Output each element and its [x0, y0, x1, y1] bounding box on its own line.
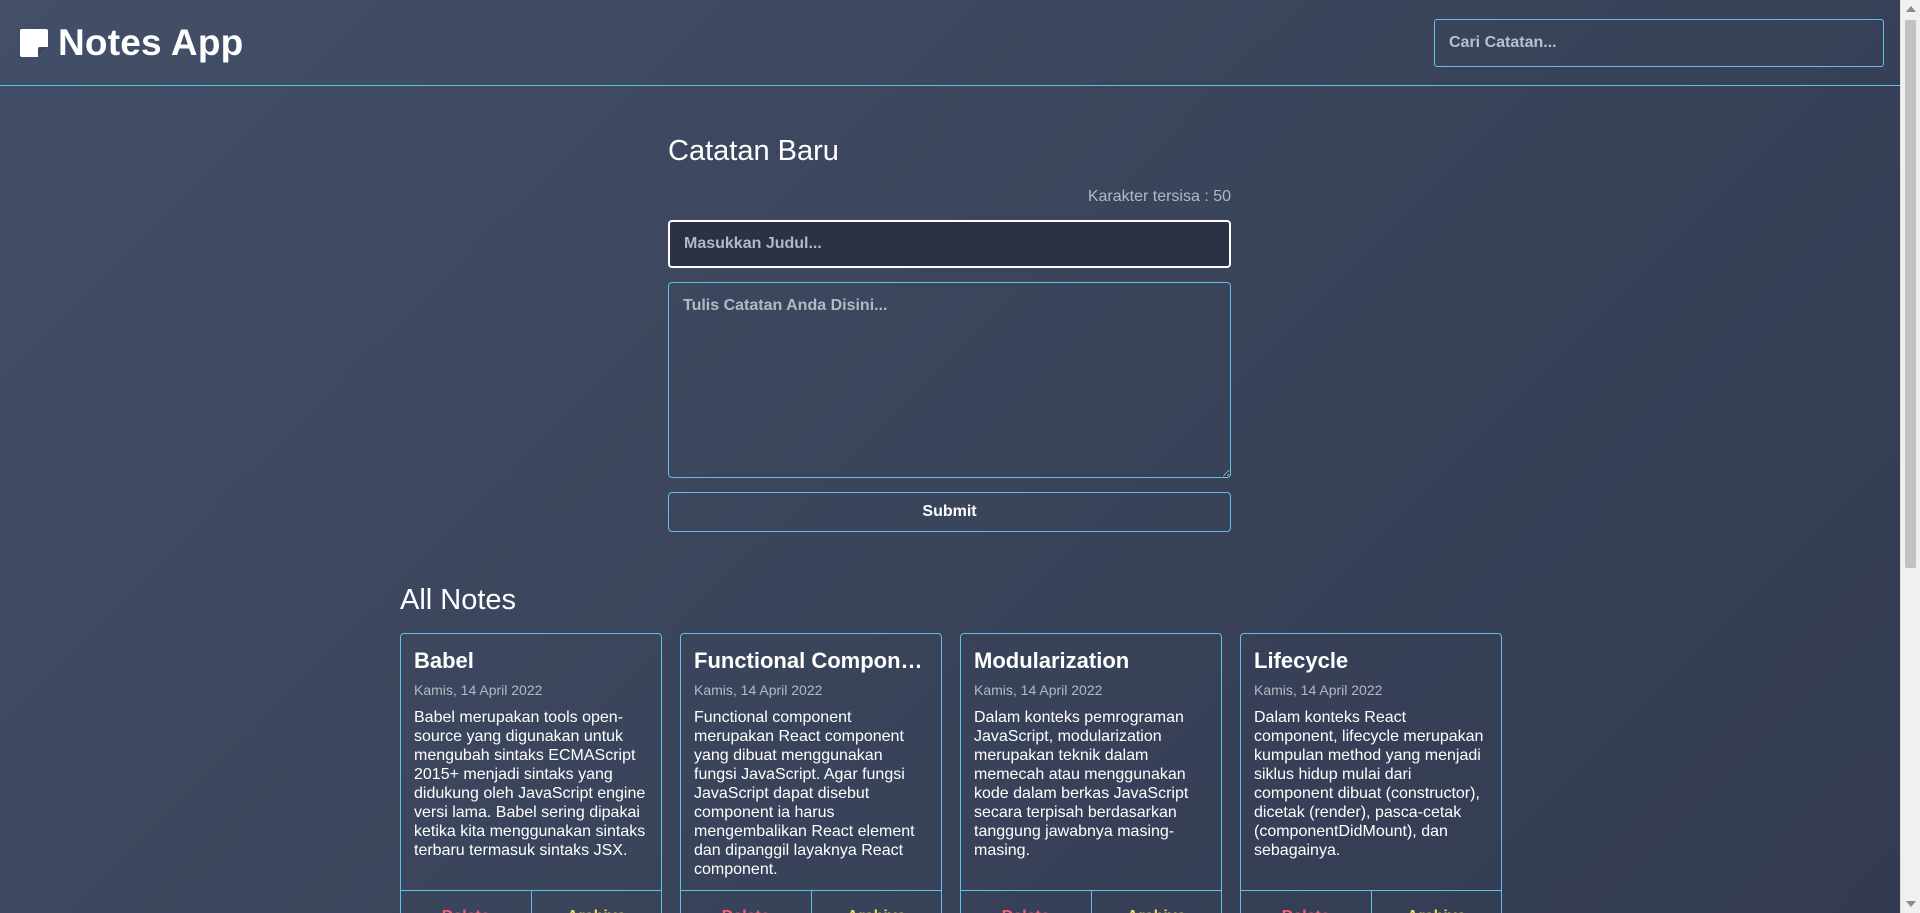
note-body: Dalam konteks React component, lifecycle… [1254, 709, 1484, 859]
note-card: Lifecycle Kamis, 14 April 2022 Dalam kon… [1240, 633, 1502, 913]
note-body: Babel merupakan tools open-source yang d… [414, 709, 646, 859]
all-notes-section: All Notes Babel Kamis, 14 April 2022 Bab… [400, 584, 1502, 913]
delete-button[interactable]: Delete [681, 891, 812, 913]
note-content: Lifecycle Kamis, 14 April 2022 Dalam kon… [1241, 634, 1501, 890]
note-content: Functional Component Kamis, 14 April 202… [681, 634, 941, 890]
app-viewport: Notes App Catatan Baru Karakter tersisa … [0, 0, 1900, 913]
new-note-form: Catatan Baru Karakter tersisa : 50 Submi… [668, 135, 1231, 532]
submit-button[interactable]: Submit [668, 492, 1231, 532]
note-title-input[interactable] [668, 220, 1231, 268]
char-remaining-counter: Karakter tersisa : 50 [1087, 188, 1231, 205]
note-actions: Delete Archive [401, 890, 661, 913]
note-title: Modularization [974, 648, 1130, 673]
note-body-textarea[interactable] [668, 282, 1231, 478]
all-notes-heading: All Notes [400, 584, 517, 616]
scroll-down-arrow-icon[interactable] [1906, 901, 1916, 907]
new-note-heading: Catatan Baru [668, 135, 839, 167]
archive-button[interactable]: Archive [532, 891, 662, 913]
note-card: Babel Kamis, 14 April 2022 Babel merupak… [400, 633, 662, 913]
scrollbar-thumb[interactable] [1905, 20, 1916, 568]
delete-button[interactable]: Delete [401, 891, 532, 913]
app-title: Notes App [58, 21, 244, 63]
note-title: Lifecycle [1254, 648, 1349, 673]
note-body: Dalam konteks pemrograman JavaScript, mo… [974, 709, 1189, 859]
vertical-scrollbar[interactable] [1900, 0, 1920, 913]
brand: Notes App [18, 22, 243, 64]
note-title: Babel [414, 648, 474, 673]
delete-button[interactable]: Delete [1241, 891, 1372, 913]
note-card: Functional Component Kamis, 14 April 202… [680, 633, 942, 913]
note-actions: Delete Archive [1241, 890, 1501, 913]
note-actions: Delete Archive [961, 890, 1221, 913]
archive-button[interactable]: Archive [1092, 891, 1222, 913]
note-date: Kamis, 14 April 2022 [694, 682, 823, 698]
archive-button[interactable]: Archive [1372, 891, 1502, 913]
notes-grid: Babel Kamis, 14 April 2022 Babel merupak… [400, 633, 1502, 913]
note-date: Kamis, 14 April 2022 [974, 682, 1103, 698]
note-date: Kamis, 14 April 2022 [1254, 682, 1383, 698]
note-title: Functional Component [694, 648, 928, 673]
app-header: Notes App [0, 0, 1900, 86]
scroll-up-arrow-icon[interactable] [1906, 6, 1916, 12]
note-card: Modularization Kamis, 14 April 2022 Dala… [960, 633, 1222, 913]
note-date: Kamis, 14 April 2022 [414, 682, 543, 698]
delete-button[interactable]: Delete [961, 891, 1092, 913]
sticky-note-icon [20, 28, 48, 57]
note-content: Modularization Kamis, 14 April 2022 Dala… [961, 634, 1221, 890]
note-body: Functional component merupakan React com… [694, 709, 915, 878]
search-input[interactable] [1434, 18, 1884, 67]
note-content: Babel Kamis, 14 April 2022 Babel merupak… [401, 634, 661, 890]
note-actions: Delete Archive [681, 890, 941, 913]
archive-button[interactable]: Archive [812, 891, 942, 913]
